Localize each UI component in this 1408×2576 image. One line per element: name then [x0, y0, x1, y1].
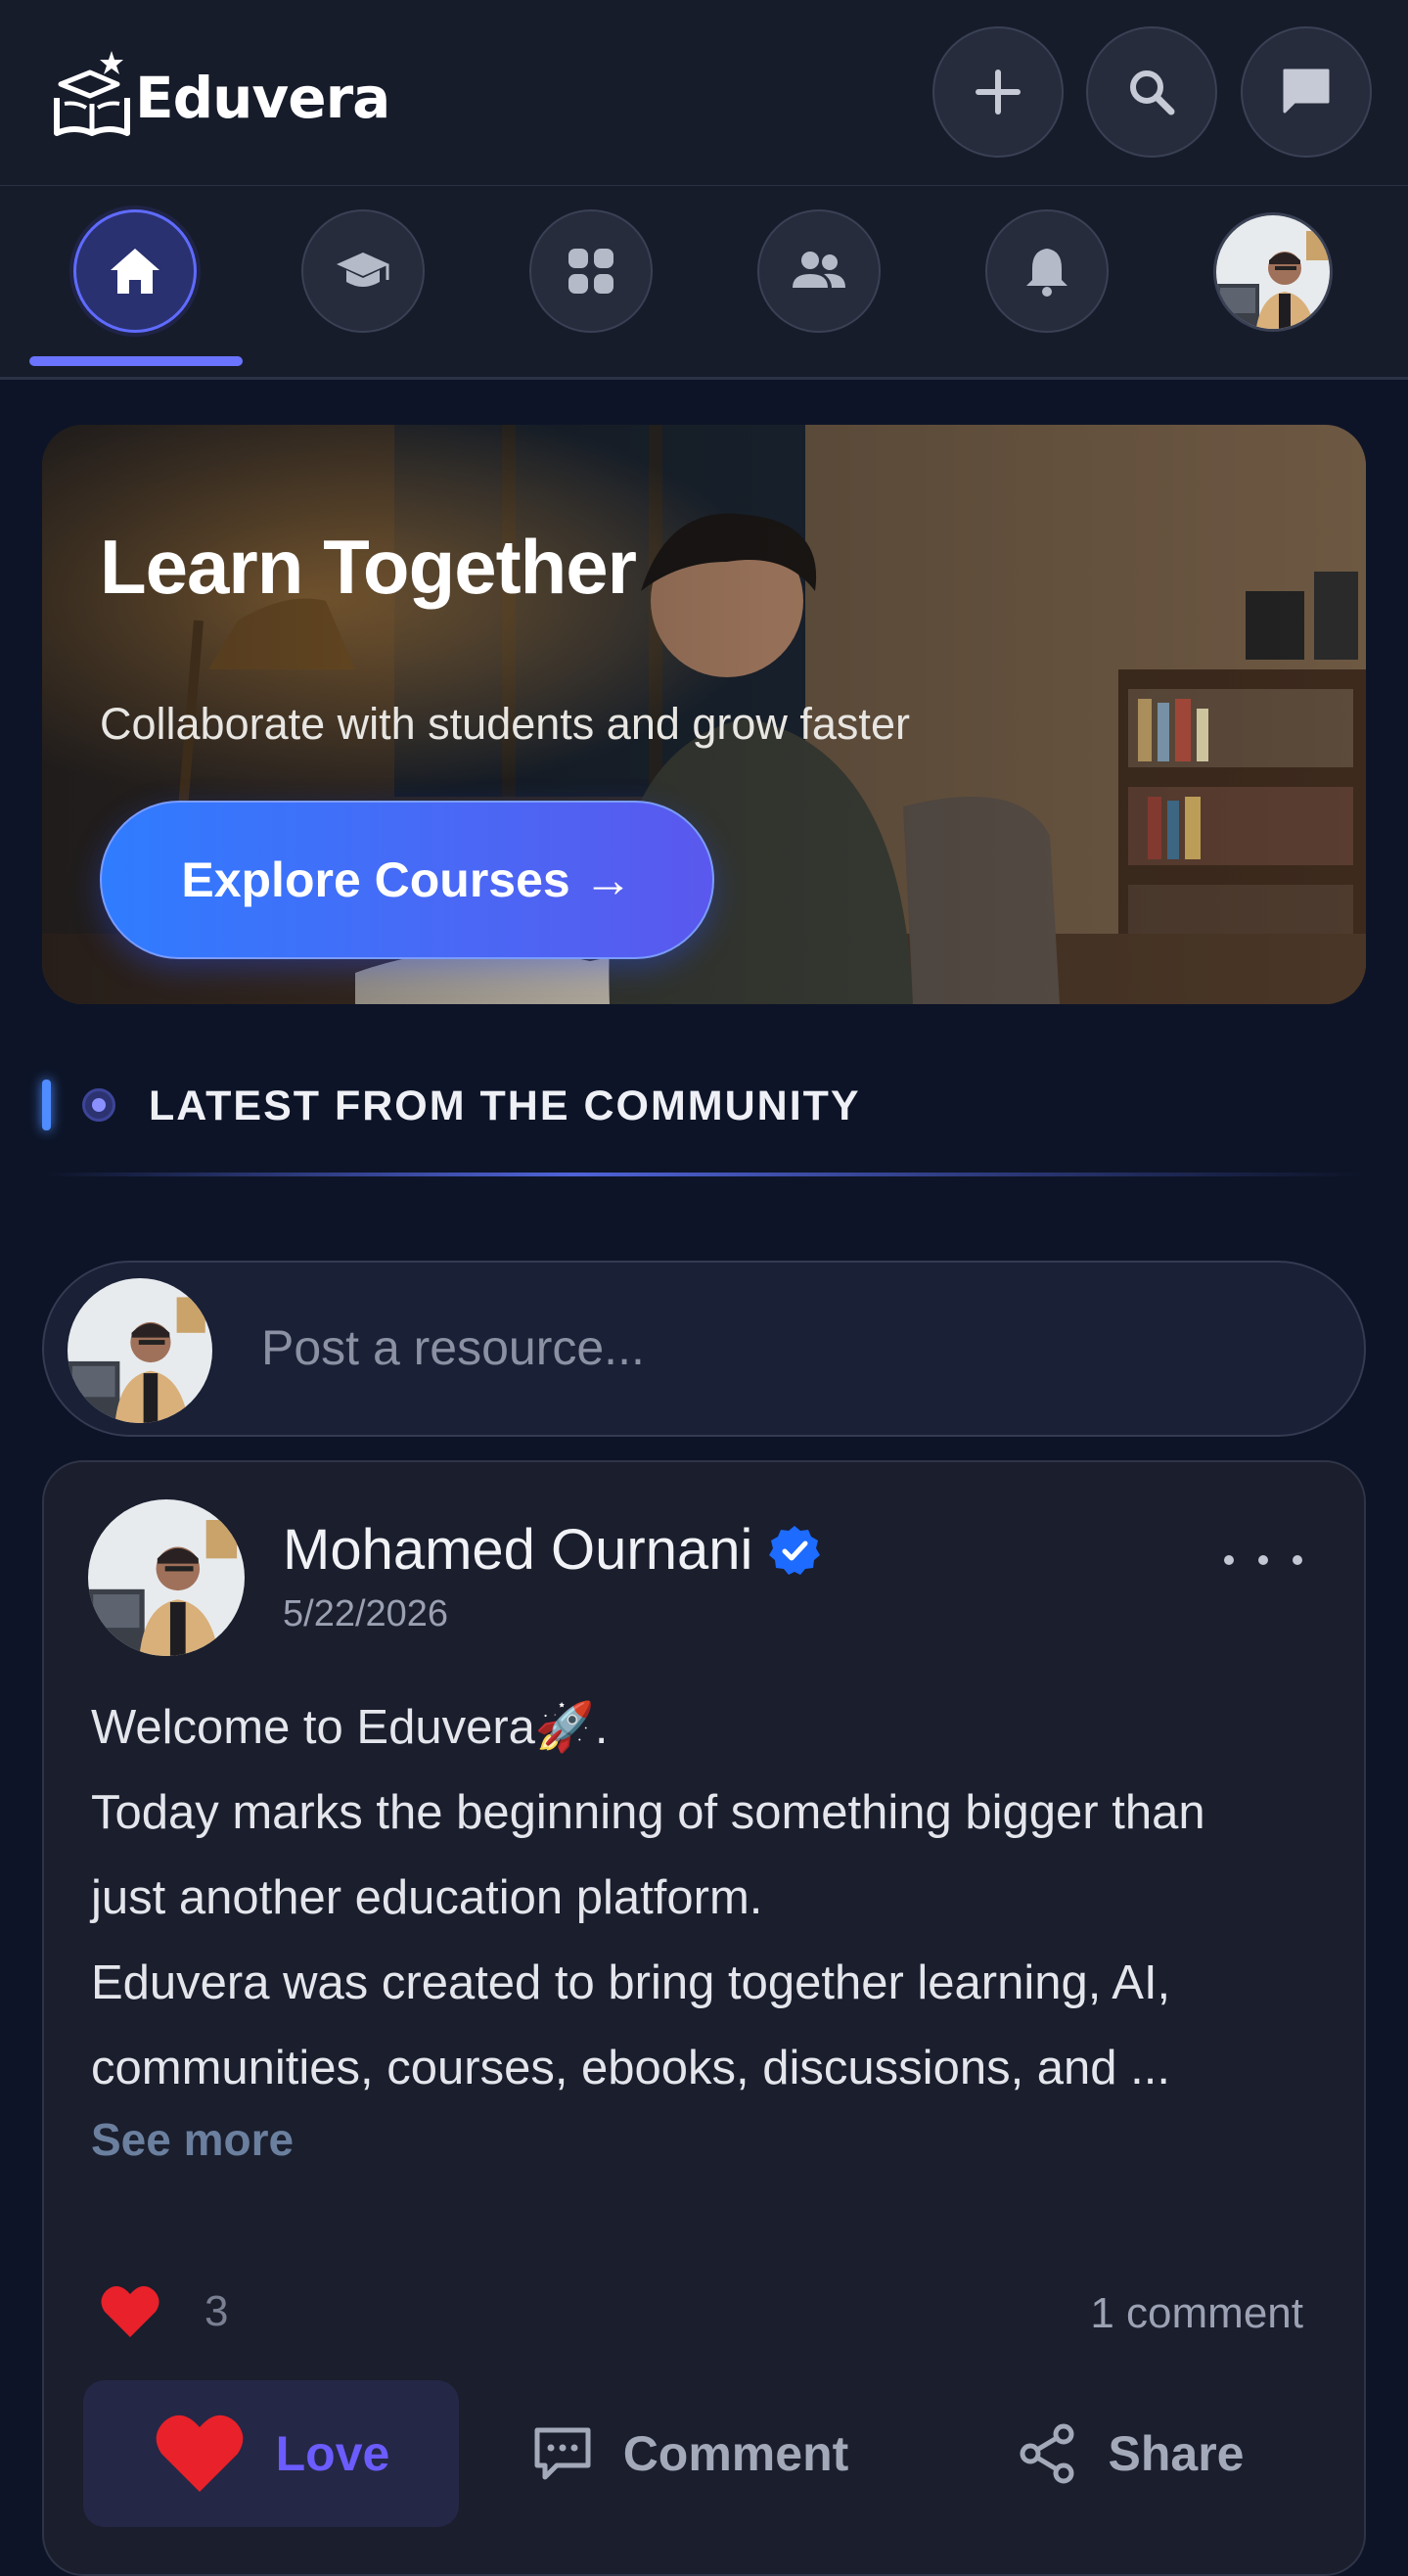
comment-button[interactable]: Comment	[514, 2380, 866, 2527]
nav-apps[interactable]	[529, 209, 653, 333]
explore-courses-button[interactable]: Explore Courses →	[100, 801, 714, 959]
people-icon	[793, 252, 845, 288]
post-card: Mohamed Ournani 5/22/2026 Welcome to Edu…	[42, 1460, 1366, 2576]
post-line: Eduvera was created to bring together le…	[91, 1956, 1171, 2009]
post-date: 5/22/2026	[283, 1593, 449, 1634]
love-label: Love	[275, 2426, 390, 2481]
create-button[interactable]	[932, 26, 1064, 158]
post-author-name[interactable]: Mohamed Ournani	[283, 1517, 752, 1583]
post-author[interactable]: Mohamed Ournani	[283, 1517, 821, 1583]
main-nav	[0, 186, 1408, 380]
app-logo[interactable]: Eduvera	[51, 49, 390, 139]
messages-button[interactable]	[1241, 26, 1372, 158]
section-dot-icon	[82, 1088, 115, 1122]
nav-notifications[interactable]	[985, 209, 1109, 333]
search-button[interactable]	[1086, 26, 1217, 158]
post-composer[interactable]: Post a resource...	[42, 1261, 1366, 1437]
share-icon	[1020, 2423, 1074, 2484]
nav-courses[interactable]	[301, 209, 425, 333]
see-more-link[interactable]: See more	[91, 2113, 294, 2166]
section-accent-bar	[42, 1080, 51, 1130]
share-label: Share	[1108, 2426, 1245, 2481]
nav-profile-avatar[interactable]	[1213, 212, 1333, 332]
post-line: Welcome to Eduvera🚀.	[91, 1701, 609, 1754]
hero-title: Learn Together	[100, 524, 637, 610]
book-cap-logo-icon	[54, 51, 130, 136]
dot-icon	[1258, 1555, 1268, 1565]
comment-label: Comment	[622, 2426, 849, 2481]
post-line: Today marks the beginning of something b…	[91, 1786, 1205, 1839]
comment-count-link[interactable]: 1 comment	[1090, 2289, 1303, 2338]
plus-icon	[976, 69, 1021, 115]
section-divider	[42, 1173, 1366, 1176]
post-line: communities, courses, ebooks, discussion…	[91, 2042, 1171, 2094]
dot-icon	[1224, 1555, 1234, 1565]
nav-community[interactable]	[757, 209, 881, 333]
avatar	[88, 1499, 245, 1656]
post-author-avatar[interactable]	[88, 1499, 245, 1656]
home-icon	[111, 249, 159, 294]
post-options-button[interactable]	[1224, 1541, 1302, 1580]
comment-icon	[534, 2427, 591, 2480]
bell-icon	[1026, 249, 1067, 297]
avatar	[1216, 215, 1330, 329]
share-button[interactable]: Share	[983, 2380, 1277, 2527]
nav-home[interactable]	[73, 209, 197, 333]
post-body: Welcome to Eduvera🚀. Today marks the beg…	[91, 1685, 1334, 2111]
heart-icon	[101, 2285, 159, 2337]
chat-icon	[1283, 69, 1330, 114]
post-resource-input[interactable]: Post a resource...	[261, 1319, 645, 1376]
composer-avatar	[68, 1278, 212, 1423]
apps-grid-icon	[568, 249, 613, 294]
top-bar: Eduvera	[0, 0, 1408, 186]
post-line: just another education platform.	[91, 1871, 763, 1924]
avatar	[68, 1278, 212, 1423]
search-icon	[1130, 70, 1175, 115]
love-button[interactable]: Love	[83, 2380, 459, 2527]
verified-badge-icon	[769, 1525, 821, 1575]
reaction-summary[interactable]: 3	[99, 2282, 228, 2341]
graduation-cap-icon	[337, 253, 389, 287]
dot-icon	[1293, 1555, 1302, 1565]
hero-subtitle: Collaborate with students and grow faste…	[100, 699, 910, 749]
heart-icon	[156, 2415, 243, 2492]
app-name: Eduvera	[135, 65, 390, 131]
hero-banner: Learn Together Collaborate with students…	[42, 425, 1366, 1004]
active-tab-indicator	[29, 356, 243, 366]
reaction-count: 3	[204, 2287, 229, 2335]
section-title: LATEST FROM THE COMMUNITY	[149, 1082, 861, 1129]
